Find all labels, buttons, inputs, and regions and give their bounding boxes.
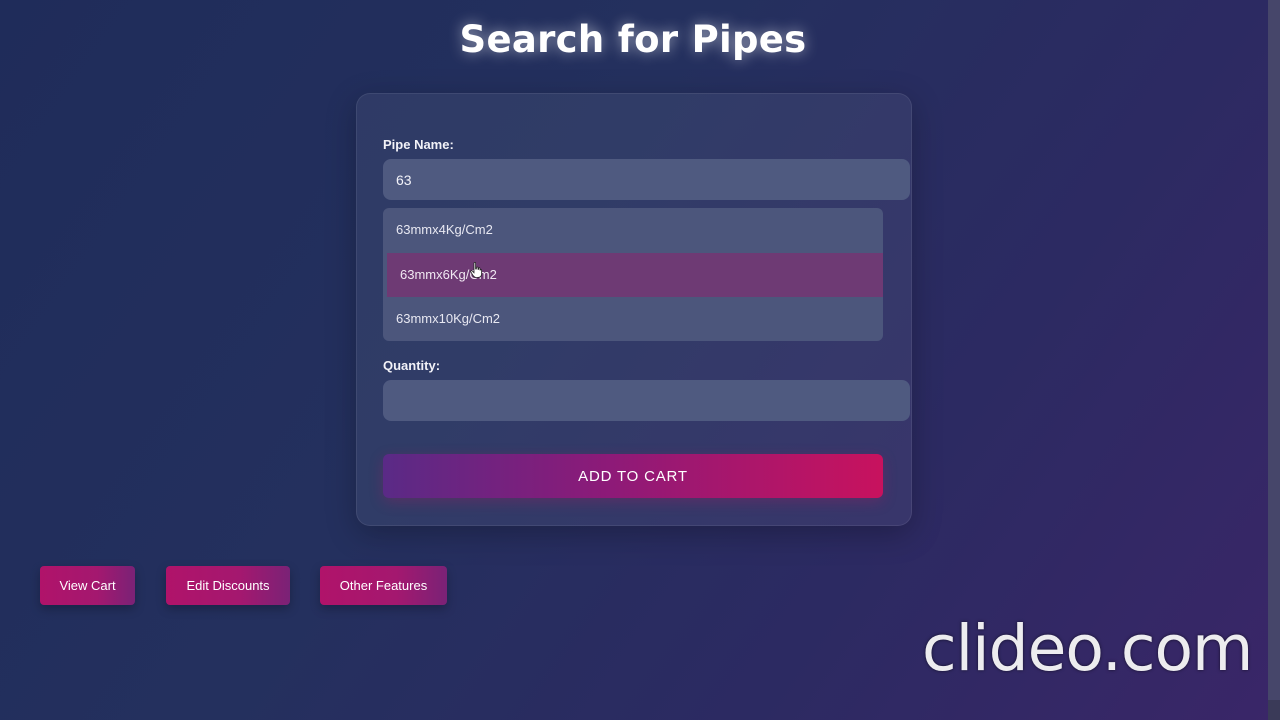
- view-cart-button[interactable]: View Cart: [40, 566, 135, 605]
- suggestion-item[interactable]: 63mmx4Kg/Cm2: [383, 208, 883, 252]
- other-features-button[interactable]: Other Features: [320, 566, 447, 605]
- quantity-input[interactable]: [383, 380, 910, 421]
- scrollbar-thumb[interactable]: [1268, 0, 1280, 700]
- add-to-cart-button[interactable]: ADD TO CART: [383, 454, 883, 498]
- suggestion-item[interactable]: 63mmx10Kg/Cm2: [383, 297, 883, 341]
- page-title: Search for Pipes: [459, 18, 807, 61]
- suggestion-dropdown: 63mmx4Kg/Cm2 63mmx6Kg/Cm2 63mmx10Kg/Cm2: [383, 208, 883, 341]
- edit-discounts-button[interactable]: Edit Discounts: [166, 566, 290, 605]
- hand-pointer-icon: [470, 262, 482, 278]
- quantity-label: Quantity:: [383, 358, 441, 373]
- pipe-name-input[interactable]: [383, 159, 910, 200]
- scrollbar-track[interactable]: [1268, 0, 1280, 720]
- clideo-watermark: clideo.com: [922, 612, 1253, 685]
- suggestion-item-highlighted[interactable]: 63mmx6Kg/Cm2: [387, 253, 883, 297]
- pipe-name-label: Pipe Name:: [383, 137, 454, 152]
